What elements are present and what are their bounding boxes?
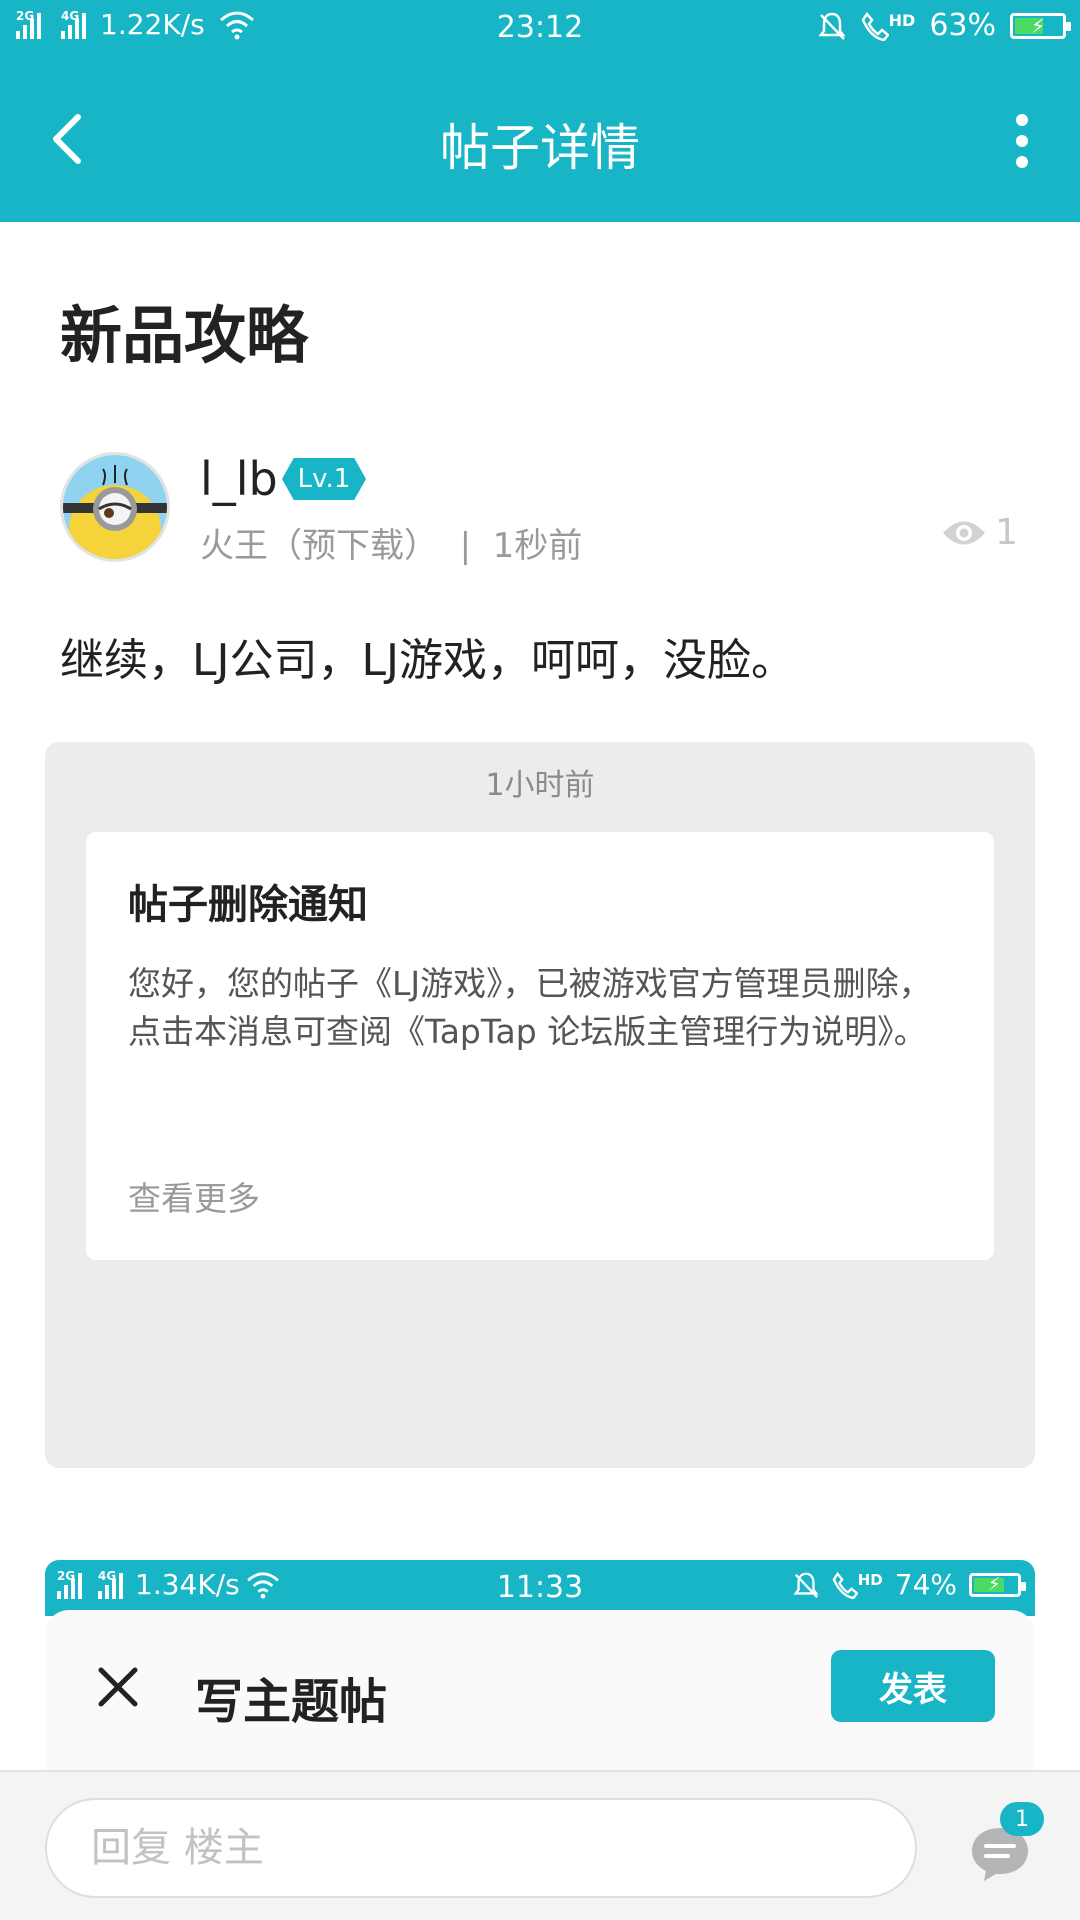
notice-title: 帖子删除通知 <box>128 882 368 928</box>
notice-body: 您好，您的帖子《LJ游戏》，已被游戏官方管理员删除，点击本消息可查阅《TapTa… <box>128 964 932 1051</box>
close-icon <box>98 1667 138 1707</box>
more-options-icon[interactable] <box>1010 114 1034 168</box>
silent-bell-icon <box>818 12 846 40</box>
view-count-value: 1 <box>995 512 1018 553</box>
embedded-status-bar: 2G 4G 1.34K/s 11:33 HD 74% ⚡ <box>45 1560 1035 1616</box>
embedded-status-right: HD 74% ⚡ <box>792 1568 1026 1601</box>
comment-count-badge: 1 <box>1000 1802 1044 1836</box>
post-image-notice[interactable]: 1小时前 帖子删除通知 您好，您的帖子《LJ游戏》，已被游戏官方管理员删除，点击… <box>45 742 1035 1468</box>
avatar[interactable] <box>60 452 170 562</box>
notice-more-link: 查看更多 <box>128 1179 260 1218</box>
embedded-battery-icon: ⚡ <box>969 1572 1026 1597</box>
battery-icon: ⚡ <box>1010 12 1071 39</box>
embedded-battery-percent: 74% <box>894 1568 957 1601</box>
minion-avatar-image <box>63 455 167 559</box>
post-image-editor[interactable]: 2G 4G 1.34K/s 11:33 HD 74% ⚡ 写主题帖 发表 <box>45 1560 1035 1770</box>
embedded-hd-call-icon: HD <box>832 1571 883 1599</box>
level-badge: Lv.1 <box>282 458 366 500</box>
post-title: 新品攻略 <box>60 299 309 372</box>
battery-percent: 63% <box>929 8 996 43</box>
embedded-charging-icon: ⚡ <box>988 1573 1001 1595</box>
post-meta: 火王（预下载） | 1秒前 <box>200 526 583 566</box>
embedded-silent-bell-icon <box>793 1572 819 1598</box>
username[interactable]: l_lb <box>200 452 278 506</box>
reply-bar: 回复 楼主 1 <box>0 1770 1080 1920</box>
eye-icon <box>943 521 986 544</box>
status-right: HD 63% ⚡ <box>817 8 1071 43</box>
status-bar: 2G 4G 1.22K/s 23:12 HD 63% ⚡ <box>0 0 1080 56</box>
app-bar: 帖子详情 <box>0 56 1080 222</box>
page-title: 帖子详情 <box>440 119 640 177</box>
editor-title: 写主题帖 <box>195 1674 388 1730</box>
notice-timestamp: 1小时前 <box>485 768 595 803</box>
charging-icon: ⚡ <box>1031 13 1046 38</box>
editor-sheet: 写主题帖 发表 <box>45 1610 1035 1770</box>
reply-input[interactable]: 回复 楼主 <box>45 1798 917 1898</box>
embedded-hd-label: HD <box>857 1570 883 1589</box>
view-count: 1 <box>941 512 1018 553</box>
notice-card: 帖子删除通知 您好，您的帖子《LJ游戏》，已被游戏官方管理员删除，点击本消息可查… <box>86 832 994 1260</box>
post-body: 继续，LJ公司，LJ游戏，呵呵，没脸。 <box>60 635 795 686</box>
hd-label: HD <box>888 10 916 30</box>
publish-button: 发表 <box>831 1650 995 1722</box>
hd-call-icon: HD <box>861 10 916 41</box>
